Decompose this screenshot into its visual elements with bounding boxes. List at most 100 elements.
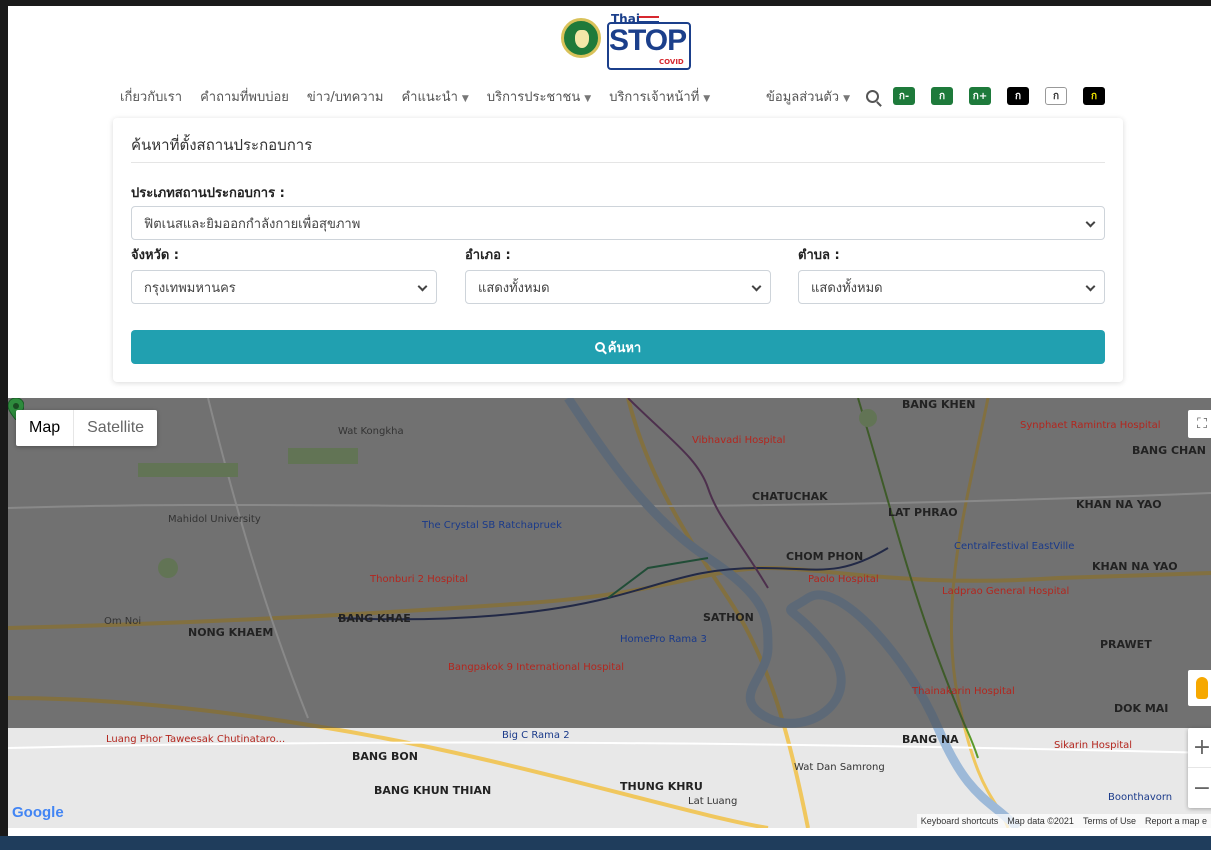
contrast-yellow-button[interactable]: ก <box>1083 87 1106 105</box>
card-title: ค้นหาที่ตั้งสถานประกอบการ <box>131 136 313 154</box>
label-bang-bon: BANG BON <box>352 750 418 763</box>
province-value: กรุงเทพมหานคร <box>144 280 236 296</box>
label-vibhavadi: Vibhavadi Hospital <box>692 435 786 446</box>
thai-flag-icon <box>639 16 659 23</box>
label-synphaet: Synphaet Ramintra Hospital <box>1020 420 1161 431</box>
label-sathon: SATHON <box>703 611 754 624</box>
contrast-white-button[interactable]: ก <box>1045 87 1068 105</box>
label-khan-na-yao-2: KHAN NA YAO <box>1092 560 1178 573</box>
nav-faq[interactable]: คำถามที่พบบ่อย <box>200 86 289 107</box>
label-big-c-rama2: Big C Rama 2 <box>502 730 570 741</box>
district-label: อำเภอ : <box>465 248 511 263</box>
label-sikarin: Sikarin Hospital <box>1054 740 1133 751</box>
label-lat-phrao: LAT PHRAO <box>888 506 958 519</box>
label-bang-khen: BANG KHEN <box>902 398 976 411</box>
font-normal-button[interactable]: ก <box>931 87 954 105</box>
label-khan-na-yao: KHAN NA YAO <box>1076 498 1162 511</box>
zoom-control: + − <box>1188 728 1211 808</box>
label-lat-luang: Lat Luang <box>688 796 738 807</box>
label-bang-khun-thian: BANG KHUN THIAN <box>374 784 492 797</box>
page-frame: Thai STOP COVID เกี่ยวกับเรา คำถามที่พบบ… <box>0 0 1211 850</box>
thai-stop-covid-logo[interactable]: Thai STOP COVID <box>561 12 701 72</box>
label-central-eastville: CentralFestival EastVille <box>954 541 1075 552</box>
label-bang-chan: BANG CHAN <box>1132 444 1206 457</box>
chevron-down-icon <box>1085 281 1096 292</box>
label-mahidol: Mahidol University <box>168 514 261 525</box>
chevron-down-icon <box>417 281 428 292</box>
report-error-link[interactable]: Report a map e <box>1145 816 1207 826</box>
nav-profile[interactable]: ข้อมูลส่วนตัว ▼ <box>766 86 850 107</box>
google-map[interactable]: CHATUCHAK LAT PHRAO KHAN NA YAO KHAN NA … <box>8 398 1211 828</box>
nav-right: ข้อมูลส่วนตัว ▼ ก- ก ก+ ก ก ก <box>766 84 1121 108</box>
label-chom-phon: CHOM PHON <box>786 550 864 563</box>
google-logo: Google <box>12 804 64 821</box>
logo-stop-text: STOP <box>609 24 687 57</box>
pegman-icon[interactable] <box>1188 670 1211 706</box>
label-dok-mai: DOK MAI <box>1114 702 1169 715</box>
fullscreen-icon[interactable]: ⛶ <box>1188 410 1211 438</box>
label-bang-na: BANG NA <box>902 733 959 746</box>
main-nav: เกี่ยวกับเรา คำถามที่พบบ่อย ข่าว/บทความ … <box>120 84 728 108</box>
zoom-in-button[interactable]: + <box>1188 728 1211 768</box>
label-homepro: HomePro Rama 3 <box>620 634 707 645</box>
caret-down-icon: ▼ <box>703 93 711 104</box>
chevron-down-icon <box>751 281 762 292</box>
search-button-label: ค้นหา <box>607 340 642 356</box>
map-data-text: Map data ©2021 <box>1007 816 1074 826</box>
street-view-figure <box>1196 677 1208 699</box>
label-wat-dan-samrong: Wat Dan Samrong <box>794 762 885 773</box>
label-crystal-sb: The Crystal SB Ratchapruek <box>422 520 562 531</box>
subdistrict-select[interactable]: แสดงทั้งหมด <box>798 270 1105 304</box>
business-type-label: ประเภทสถานประกอบการ : <box>131 186 285 201</box>
nav-advice[interactable]: คำแนะนำ ▼ <box>401 86 468 107</box>
label-nong-khaem: NONG KHAEM <box>188 626 274 639</box>
footer-bar <box>0 836 1211 850</box>
label-om-noi: Om Noi <box>104 616 142 627</box>
label-thainakarin: Thainakarin Hospital <box>912 686 1015 697</box>
label-bang-khae: BANG KHAE <box>338 612 411 625</box>
business-type-value: ฟิตเนสและยิมออกกำลังกายเพื่อสุขภาพ <box>144 216 361 232</box>
label-prawet: PRAWET <box>1100 638 1152 651</box>
logo-covid-text: COVID <box>659 58 684 66</box>
search-card: ค้นหาที่ตั้งสถานประกอบการ ประเภทสถานประก… <box>113 118 1123 382</box>
caret-down-icon: ▼ <box>461 93 469 104</box>
nav-about[interactable]: เกี่ยวกับเรา <box>120 86 182 107</box>
district-select[interactable]: แสดงทั้งหมด <box>465 270 771 304</box>
map-type-control: Map Satellite <box>16 410 158 446</box>
province-label: จังหวัด : <box>131 248 180 263</box>
zoom-out-button[interactable]: − <box>1188 768 1211 808</box>
contrast-black-button[interactable]: ก <box>1007 87 1030 105</box>
map-attribution: Keyboard shortcuts Map data ©2021 Terms … <box>916 814 1211 828</box>
divider <box>131 162 1105 163</box>
label-thonburi2: Thonburi 2 Hospital <box>370 574 468 585</box>
search-icon <box>594 342 605 352</box>
subdistrict-value: แสดงทั้งหมด <box>811 280 883 296</box>
font-decrease-button[interactable]: ก- <box>893 87 916 105</box>
terms-of-use-link[interactable]: Terms of Use <box>1083 816 1136 826</box>
search-icon[interactable] <box>866 89 880 103</box>
map-type-map-button[interactable]: Map <box>16 410 73 446</box>
search-button[interactable]: ค้นหา <box>131 330 1105 364</box>
district-value: แสดงทั้งหมด <box>478 280 550 296</box>
label-luang-phor: Luang Phor Taweesak Chutinataro... <box>106 734 286 745</box>
label-chatuchak: CHATUCHAK <box>752 490 828 503</box>
label-wat-kongkha: Wat Kongkha <box>338 426 404 437</box>
map-overlay <box>8 398 1211 728</box>
nav-news[interactable]: ข่าว/บทความ <box>307 86 384 107</box>
province-select[interactable]: กรุงเทพมหานคร <box>131 270 437 304</box>
keyboard-shortcuts-link[interactable]: Keyboard shortcuts <box>921 816 999 826</box>
font-increase-button[interactable]: ก+ <box>969 87 992 105</box>
chevron-down-icon <box>1085 217 1096 228</box>
label-boonthavorn: Boonthavorn <box>1108 792 1173 803</box>
nav-public-services[interactable]: บริการประชาชน ▼ <box>487 86 591 107</box>
caret-down-icon: ▼ <box>584 93 592 104</box>
caret-down-icon: ▼ <box>843 93 851 104</box>
label-bangpakok9: Bangpakok 9 International Hospital <box>448 662 625 673</box>
map-type-satellite-button[interactable]: Satellite <box>73 410 157 446</box>
subdistrict-label: ตำบล : <box>798 248 840 263</box>
label-paolo: Paolo Hospital <box>808 574 879 585</box>
business-type-select[interactable]: ฟิตเนสและยิมออกกำลังกายเพื่อสุขภาพ <box>131 206 1105 240</box>
ministry-seal-icon <box>561 18 601 58</box>
nav-officer-services[interactable]: บริการเจ้าหน้าที่ ▼ <box>609 86 710 107</box>
label-ladprao-general: Ladprao General Hospital <box>942 586 1070 597</box>
